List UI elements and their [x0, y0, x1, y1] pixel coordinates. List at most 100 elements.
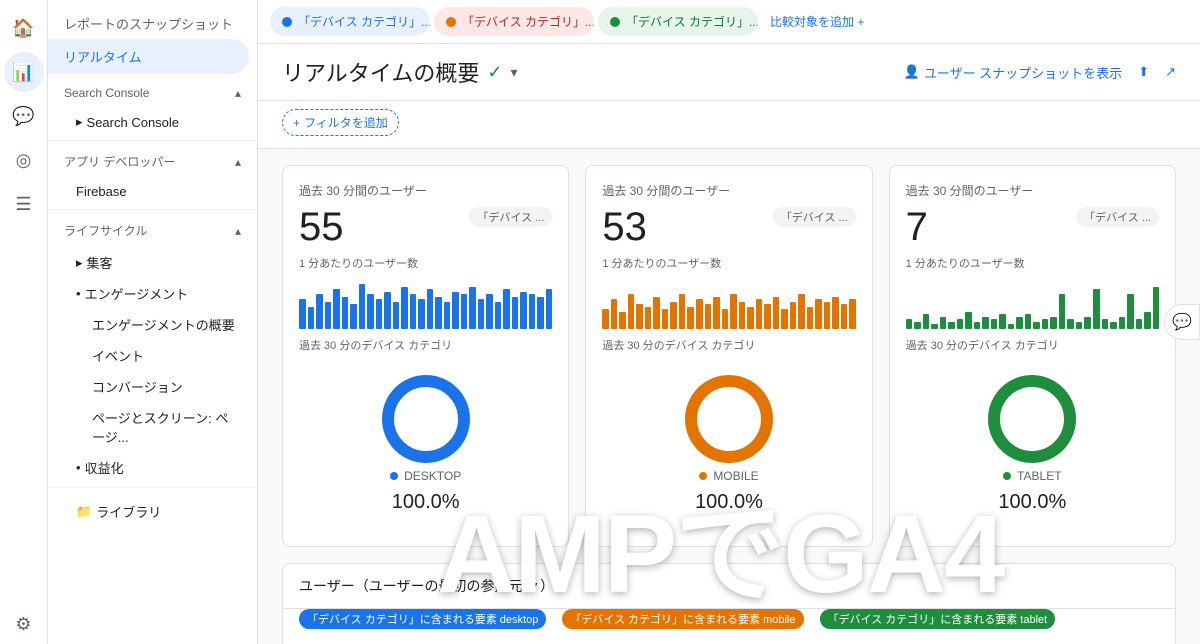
share-button[interactable]: ↗ — [1165, 64, 1176, 80]
tab-add[interactable]: 比較対象を追加 + — [762, 9, 872, 34]
donut-area-1: MOBILE 100.0% — [602, 353, 855, 530]
snapshot-button[interactable]: 👤 ユーザー スナップショットを表示 — [904, 63, 1123, 82]
tab-label-2: 「デバイス カテゴリ」... — [626, 13, 758, 30]
chart-label-2: 過去 30 分のデバイス カテゴリ — [906, 337, 1159, 353]
donut-legend-1: MOBILE — [699, 469, 758, 483]
metric-sublabel-2: 1 分あたりのユーザー数 — [906, 255, 1159, 271]
bullet-icon2: • — [76, 460, 81, 475]
lifecycle-group[interactable]: ライフサイクル ▴ — [48, 214, 257, 247]
add-filter-chip[interactable]: + フィルタを追加 — [282, 109, 399, 136]
sidebar-item-conversions[interactable]: コンバージョン — [48, 371, 257, 402]
plus-icon: + — [293, 116, 300, 130]
metric-value-1: 53 — [602, 207, 647, 247]
sidebar-item-pages[interactable]: ページとスクリーン: ページ... — [48, 402, 257, 452]
chevron-right-icon2: ▸ — [76, 255, 83, 271]
bar-chart-0 — [299, 279, 552, 329]
header-actions: 👤 ユーザー スナップショットを表示 ⬆ ↗ — [904, 63, 1176, 82]
col-tags: 「デバイス カテゴリ」に含まれる要素 desktop 「デバイス カテゴリ」に含… — [283, 609, 1175, 637]
sidebar-item-snapshot[interactable]: レポートのスナップショット — [48, 8, 257, 39]
icon-rail: 🏠 📊 💬 ◎ ☰ ⚙ — [0, 0, 48, 644]
page-header: リアルタイムの概要 ✓ ▾ 👤 ユーザー スナップショットを表示 ⬆ ↗ — [258, 44, 1200, 101]
chat-icon: 💬 — [1172, 312, 1192, 332]
tab-1[interactable]: 「デバイス カテゴリ」... ✕ — [434, 7, 594, 36]
sidebar-item-engagement[interactable]: • エンゲージメント — [48, 278, 257, 309]
bottom-section: ユーザー（ユーザーの最初の参照元 ▼） 「デバイス カテゴリ」に含まれる要素 d… — [282, 563, 1176, 644]
col-tag-tablet: 「デバイス カテゴリ」に含まれる要素 tablet — [820, 609, 1056, 629]
page-title: リアルタイムの概要 — [282, 56, 479, 88]
metric-cards-row: 過去 30 分間のユーザー 55 「デバイス ... 1 分あたりのユーザー数 — [282, 165, 1176, 547]
settings-nav-icon[interactable]: ⚙ — [4, 604, 44, 644]
metric-value-0: 55 — [299, 207, 344, 247]
sidebar: レポートのスナップショット リアルタイム Search Console ▴ ▸ … — [48, 0, 258, 644]
donut-area-2: TABLET 100.0% — [906, 353, 1159, 530]
metric-card-1: 過去 30 分間のユーザー 53 「デバイス ... 1 分あたりのユーザー数 — [585, 165, 872, 547]
sidebar-item-monetization[interactable]: • 収益化 — [48, 452, 257, 483]
col-tag-mobile: 「デバイス カテゴリ」に含まれる要素 mobile — [562, 609, 803, 629]
chart-label-0: 過去 30 分のデバイス カテゴリ — [299, 337, 552, 353]
home-nav-icon[interactable]: 🏠 — [4, 8, 44, 48]
sidebar-item-engagement-overview[interactable]: エンゲージメントの概要 — [48, 309, 257, 340]
donut-chart-1 — [679, 369, 779, 469]
metric-card-2: 過去 30 分間のユーザー 7 「デバイス ... 1 分あたりのユーザー数 — [889, 165, 1176, 547]
chat-fab-button[interactable]: 💬 — [1164, 304, 1200, 340]
metric-sublabel-0: 1 分あたりのユーザー数 — [299, 255, 552, 271]
advertising-nav-icon[interactable]: ◎ — [4, 140, 44, 180]
metric-card-0: 過去 30 分間のユーザー 55 「デバイス ... 1 分あたりのユーザー数 — [282, 165, 569, 547]
tab-label-0: 「デバイス カテゴリ」... — [298, 13, 430, 30]
export-button[interactable]: ⬆ — [1138, 64, 1149, 80]
bottom-section-header: ユーザー（ユーザーの最初の参照元 ▼） — [283, 564, 1175, 609]
donut-chart-0 — [376, 369, 476, 469]
title-dropdown-button[interactable]: ▾ — [510, 64, 517, 81]
metric-label-2: 過去 30 分間のユーザー — [906, 182, 1159, 199]
sidebar-item-events[interactable]: イベント — [48, 340, 257, 371]
tab-dot-2 — [610, 17, 620, 27]
bottom-row-1: #1 (direct) 1 — [283, 637, 1175, 644]
chevron-up-icon3: ▴ — [235, 224, 241, 238]
reports-nav-icon[interactable]: 📊 — [4, 52, 44, 92]
metric-sublabel-1: 1 分あたりのユーザー数 — [602, 255, 855, 271]
sidebar-item-acquisition[interactable]: ▸ 集客 — [48, 247, 257, 278]
filter-bar: + フィルタを追加 — [258, 101, 1200, 149]
chevron-up-icon: ▴ — [235, 86, 241, 100]
snapshot-icon: 👤 — [904, 64, 920, 80]
page-title-area: リアルタイムの概要 ✓ ▾ — [282, 56, 517, 88]
chevron-up-icon2: ▴ — [235, 155, 241, 169]
donut-area-0: DESKTOP 100.0% — [299, 353, 552, 530]
sidebar-item-realtime[interactable]: リアルタイム — [48, 39, 249, 74]
metric-tag-2: 「デバイス ... — [1076, 207, 1159, 227]
donut-pct-2: 100.0% — [998, 491, 1066, 514]
search-console-group[interactable]: Search Console ▴ — [48, 78, 257, 108]
sidebar-item-firebase[interactable]: Firebase — [48, 178, 257, 205]
donut-pct-0: 100.0% — [392, 491, 460, 514]
folder-icon: 📁 — [76, 504, 92, 520]
tab-bar: 「デバイス カテゴリ」... ✕ 「デバイス カテゴリ」... ✕ 「デバイス … — [258, 0, 1200, 44]
main-content: 「デバイス カテゴリ」... ✕ 「デバイス カテゴリ」... ✕ 「デバイス … — [258, 0, 1200, 644]
metric-value-2: 7 — [906, 207, 928, 247]
donut-legend-0: DESKTOP — [390, 469, 461, 483]
donut-legend-2: TABLET — [1003, 469, 1061, 483]
explore-nav-icon[interactable]: 💬 — [4, 96, 44, 136]
sidebar-item-library[interactable]: 📁 ライブラリ — [48, 496, 257, 527]
sidebar-item-search-console[interactable]: ▸ Search Console — [48, 108, 257, 136]
legend-dot-1 — [699, 472, 707, 480]
status-check-icon: ✓ — [487, 62, 502, 83]
share-icon: ↗ — [1165, 64, 1176, 80]
tab-dot-0 — [282, 17, 292, 27]
donut-chart-2 — [982, 369, 1082, 469]
app-developer-group[interactable]: アプリ デベロッパー ▴ — [48, 145, 257, 178]
legend-dot-2 — [1003, 472, 1011, 480]
content-area: 過去 30 分間のユーザー 55 「デバイス ... 1 分あたりのユーザー数 — [258, 149, 1200, 644]
tab-2[interactable]: 「デバイス カテゴリ」... ✕ — [598, 7, 758, 36]
configure-nav-icon[interactable]: ☰ — [4, 184, 44, 224]
chart-label-1: 過去 30 分のデバイス カテゴリ — [602, 337, 855, 353]
chevron-right-icon: ▸ — [76, 114, 83, 130]
bar-chart-1 — [602, 279, 855, 329]
tab-label-1: 「デバイス カテゴリ」... — [462, 13, 594, 30]
tab-0[interactable]: 「デバイス カテゴリ」... ✕ — [270, 7, 430, 36]
donut-pct-1: 100.0% — [695, 491, 763, 514]
bar-chart-2 — [906, 279, 1159, 329]
bullet-icon: • — [76, 286, 81, 301]
export-icon: ⬆ — [1138, 64, 1149, 80]
legend-dot-0 — [390, 472, 398, 480]
metric-tag-0: 「デバイス ... — [469, 207, 552, 227]
